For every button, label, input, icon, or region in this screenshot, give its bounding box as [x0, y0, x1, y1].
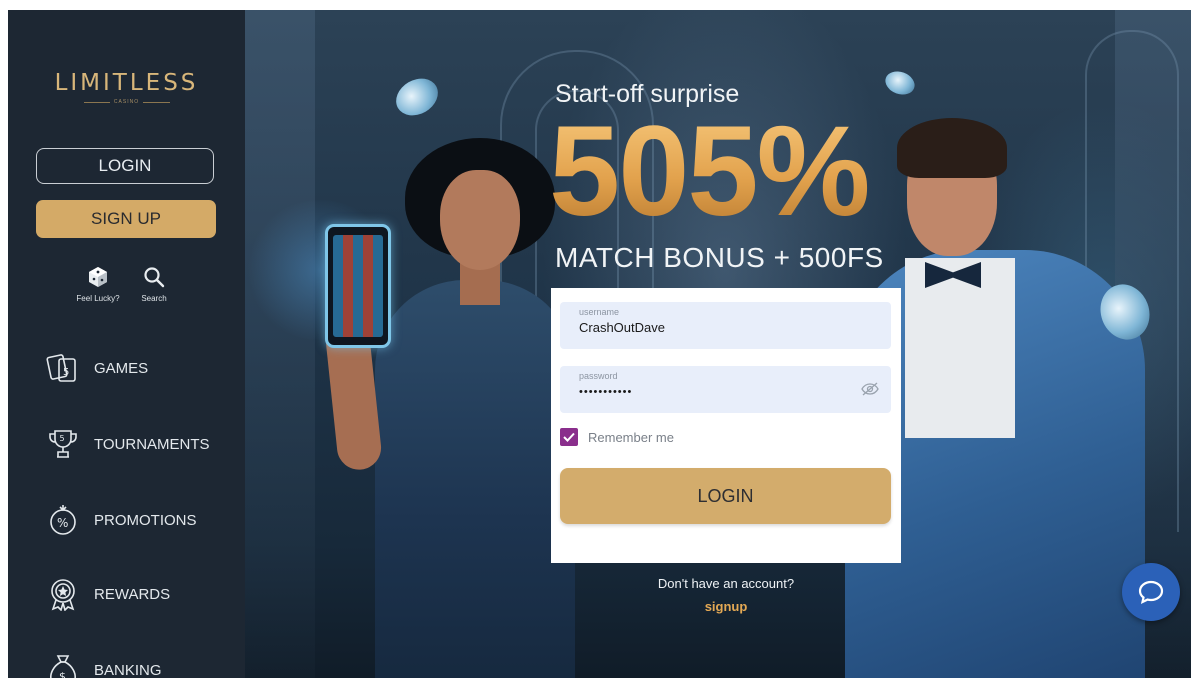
password-label: password	[579, 371, 618, 381]
character-man-shirt	[905, 258, 1015, 438]
svg-text:5: 5	[60, 434, 65, 443]
svg-text:5: 5	[63, 367, 69, 378]
feel-lucky-label: Feel Lucky?	[76, 294, 120, 303]
brand-logo[interactable]: LIMITLESS CASINO	[8, 70, 245, 105]
sidebar-signup-button[interactable]: SIGN UP	[36, 200, 216, 238]
app-frame: LIMITLESS CASINO LOGIN SIGN UP Feel Luck…	[8, 10, 1191, 678]
username-field[interactable]: username CrashOutDave	[560, 302, 891, 349]
hero-headline: 505%	[549, 100, 870, 243]
hero-banner: Start-off surprise 505% MATCH BONUS + 50…	[245, 10, 1191, 678]
character-man-hair	[897, 118, 1007, 178]
remember-me[interactable]: Remember me	[560, 428, 674, 446]
nav-label-banking: BANKING	[94, 661, 162, 678]
logo-text: LIMITLESS	[54, 70, 199, 96]
remember-label: Remember me	[588, 429, 674, 445]
password-field[interactable]: password •••••••••••	[560, 366, 891, 413]
chip-decoration	[389, 71, 445, 123]
nav-label-promotions: PROMOTIONS	[94, 511, 197, 529]
nav-item-rewards[interactable]: REWARDS	[46, 574, 170, 614]
background-pillar	[245, 10, 315, 678]
username-label: username	[579, 307, 620, 317]
password-value[interactable]: •••••••••••	[579, 384, 891, 400]
cards-icon: 5	[46, 348, 86, 388]
sidebar-login-button[interactable]: LOGIN	[36, 148, 214, 184]
feel-lucky-button[interactable]: Feel Lucky?	[68, 266, 128, 303]
search-button[interactable]: Search	[124, 266, 184, 303]
phone-slot-image	[325, 224, 391, 348]
checkmark-icon	[563, 432, 575, 442]
username-value[interactable]: CrashOutDave	[579, 320, 891, 336]
signup-link[interactable]: signup	[551, 599, 901, 614]
nav-item-banking[interactable]: $ BANKING	[46, 650, 162, 678]
nav-item-tournaments[interactable]: 5 TOURNAMENTS	[46, 424, 210, 464]
chip-decoration	[882, 67, 918, 99]
search-icon	[144, 267, 165, 288]
character-woman-dress	[375, 280, 575, 678]
percent-badge-icon: %	[46, 500, 86, 540]
medal-icon	[46, 574, 86, 614]
logo-subtext: CASINO	[83, 99, 170, 105]
eye-off-icon[interactable]	[861, 382, 879, 396]
nav-label-games: GAMES	[94, 359, 149, 377]
nav-label-tournaments: TOURNAMENTS	[94, 435, 210, 453]
chat-bubble-icon	[1138, 580, 1164, 604]
sidebar: LIMITLESS CASINO LOGIN SIGN UP Feel Luck…	[8, 10, 245, 678]
search-label: Search	[141, 294, 167, 303]
login-card: username CrashOutDave password •••••••••…	[551, 288, 901, 563]
character-woman-face	[440, 170, 520, 270]
nav-item-games[interactable]: 5 GAMES	[46, 348, 148, 388]
chat-button[interactable]	[1122, 563, 1180, 621]
svg-text:%: %	[57, 516, 68, 530]
trophy-icon: 5	[46, 424, 86, 464]
hero-bonus-text: MATCH BONUS + 500FS	[555, 242, 884, 273]
nav-label-rewards: REWARDS	[94, 585, 171, 603]
no-account-text: Don't have an account?	[657, 576, 795, 591]
login-submit-button[interactable]: LOGIN	[560, 468, 891, 524]
money-bag-icon: $	[46, 650, 86, 678]
remember-checkbox[interactable]	[560, 428, 578, 446]
dice-icon	[89, 267, 107, 287]
nav-item-promotions[interactable]: % PROMOTIONS	[46, 500, 197, 540]
svg-text:$: $	[59, 670, 66, 678]
